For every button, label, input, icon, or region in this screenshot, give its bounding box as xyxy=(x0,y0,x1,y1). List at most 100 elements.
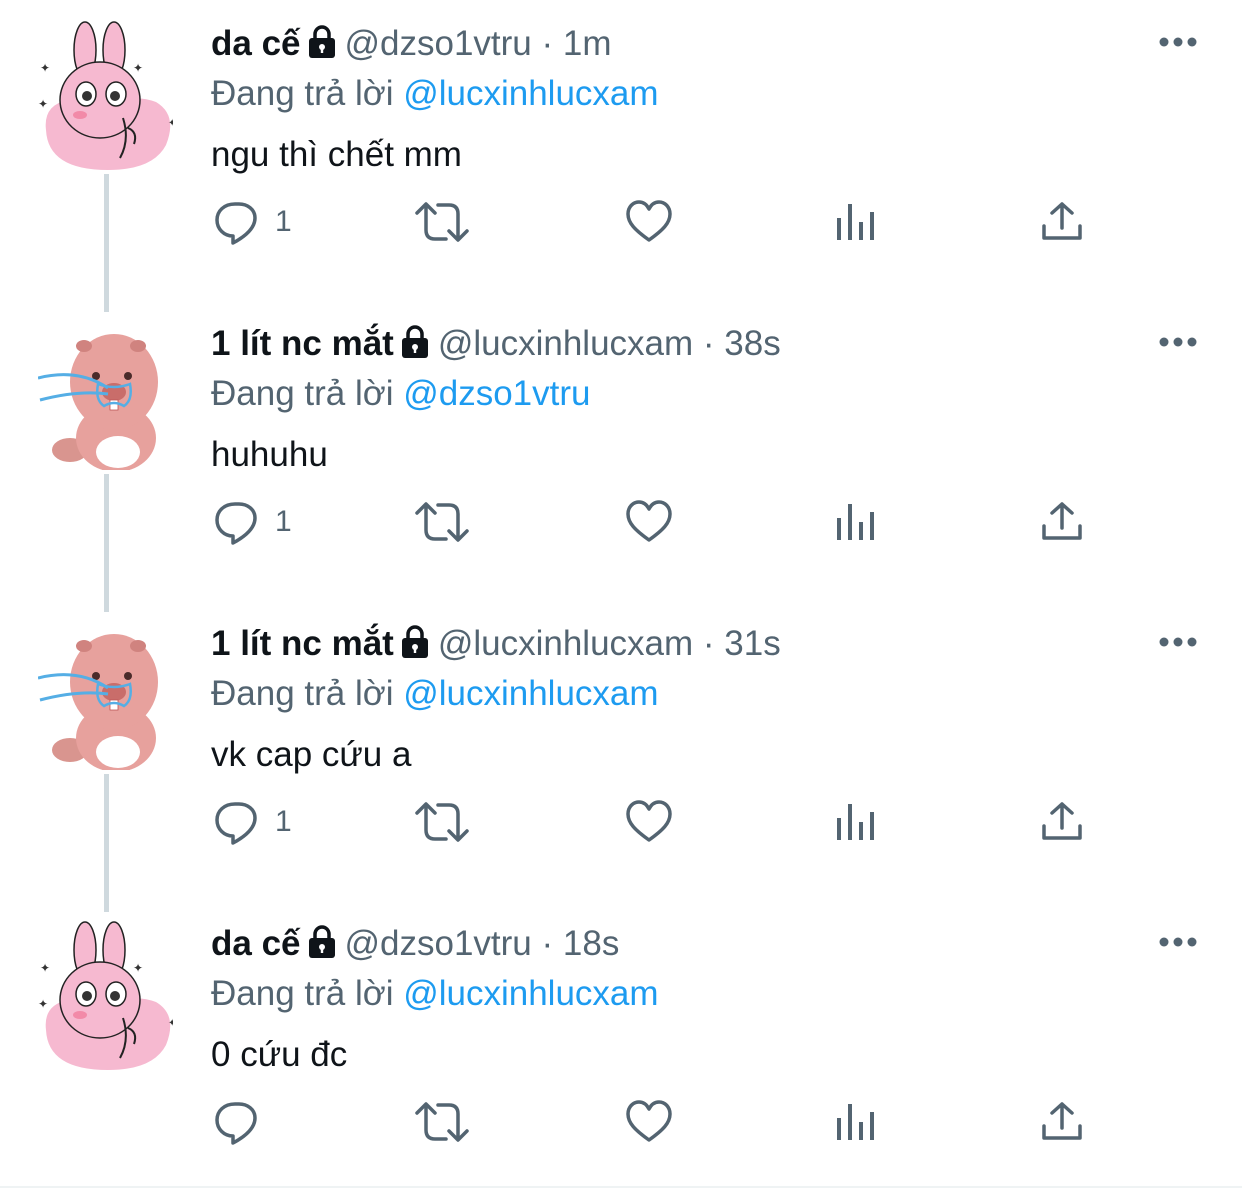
avatar[interactable] xyxy=(38,20,173,170)
reply-mention-link[interactable]: @lucxinhlucxam xyxy=(403,974,658,1013)
views-button[interactable] xyxy=(835,492,879,552)
action-bar: 1 xyxy=(0,192,1242,252)
timestamp[interactable]: 31s xyxy=(724,624,780,663)
like-button[interactable] xyxy=(625,192,673,252)
like-button[interactable] xyxy=(625,792,673,852)
display-name[interactable]: da cế xyxy=(211,24,301,63)
action-bar xyxy=(0,1092,1242,1152)
more-options-icon[interactable] xyxy=(1158,932,1198,952)
user-handle[interactable]: @dzso1vtru xyxy=(345,24,532,63)
reply-mention-link[interactable]: @lucxinhlucxam xyxy=(403,74,658,113)
reply-button[interactable] xyxy=(213,1092,275,1152)
user-handle[interactable]: @dzso1vtru xyxy=(345,924,532,963)
views-chart-icon xyxy=(835,200,879,244)
tweet-text: huhuhu xyxy=(211,435,328,474)
lock-icon xyxy=(307,25,337,59)
share-button[interactable] xyxy=(1040,192,1084,252)
avatar[interactable] xyxy=(38,920,173,1070)
reply-icon xyxy=(213,798,261,846)
timestamp[interactable]: 38s xyxy=(724,324,780,363)
replying-to: Đang trả lời @dzso1vtru xyxy=(211,370,590,418)
lock-icon xyxy=(307,925,337,959)
reply-button[interactable]: 1 xyxy=(213,792,292,852)
share-icon xyxy=(1040,1100,1084,1144)
tweet-text: vk cap cứu a xyxy=(211,735,412,774)
heart-icon xyxy=(625,1098,673,1146)
reply-count: 1 xyxy=(275,805,292,838)
avatar[interactable] xyxy=(38,320,173,470)
display-name[interactable]: 1 lít nc mắt xyxy=(211,324,394,363)
tweet[interactable]: 1 lít nc mắt @lucxinhlucxam · 38s Đang tr… xyxy=(0,300,1242,600)
share-icon xyxy=(1040,500,1084,544)
views-chart-icon xyxy=(835,1100,879,1144)
avatar[interactable] xyxy=(38,620,173,770)
heart-icon xyxy=(625,198,673,246)
reply-icon xyxy=(213,1098,261,1146)
replying-to: Đang trả lời @lucxinhlucxam xyxy=(211,670,659,718)
timestamp[interactable]: 18s xyxy=(563,924,619,963)
more-options-icon[interactable] xyxy=(1158,632,1198,652)
reply-icon xyxy=(213,498,261,546)
reply-button[interactable]: 1 xyxy=(213,492,292,552)
tweet-header: da cế @dzso1vtru · 1m xyxy=(211,20,612,68)
reply-mention-link[interactable]: @lucxinhlucxam xyxy=(403,674,658,713)
lock-icon xyxy=(400,325,430,359)
share-icon xyxy=(1040,200,1084,244)
reply-count: 1 xyxy=(275,205,292,238)
divider xyxy=(0,1186,1242,1188)
separator-dot: · xyxy=(702,324,715,363)
tweet-text: ngu thì chết mm xyxy=(211,135,462,174)
more-options-icon[interactable] xyxy=(1158,332,1198,352)
tweet[interactable]: da cế @dzso1vtru · 18s Đang trả lời @lucx… xyxy=(0,900,1242,1200)
separator-dot: · xyxy=(541,24,554,63)
retweet-icon xyxy=(414,498,470,546)
tweet[interactable]: da cế @dzso1vtru · 1m Đang trả lời @lucxi… xyxy=(0,0,1242,300)
share-button[interactable] xyxy=(1040,1092,1084,1152)
replying-to-label: Đang trả lời xyxy=(211,974,394,1013)
user-handle[interactable]: @lucxinhlucxam xyxy=(438,624,693,663)
more-options-icon[interactable] xyxy=(1158,32,1198,52)
views-chart-icon xyxy=(835,500,879,544)
share-button[interactable] xyxy=(1040,492,1084,552)
retweet-button[interactable] xyxy=(414,192,470,252)
reply-icon xyxy=(213,198,261,246)
heart-icon xyxy=(625,498,673,546)
retweet-button[interactable] xyxy=(414,792,470,852)
views-chart-icon xyxy=(835,800,879,844)
retweet-icon xyxy=(414,798,470,846)
display-name[interactable]: da cế xyxy=(211,924,301,963)
timestamp[interactable]: 1m xyxy=(563,24,612,63)
retweet-button[interactable] xyxy=(414,492,470,552)
tweet[interactable]: 1 lít nc mắt @lucxinhlucxam · 31s Đang tr… xyxy=(0,600,1242,900)
tweet-header: 1 lít nc mắt @lucxinhlucxam · 31s xyxy=(211,620,781,668)
separator-dot: · xyxy=(541,924,554,963)
replying-to-label: Đang trả lời xyxy=(211,74,394,113)
views-button[interactable] xyxy=(835,1092,879,1152)
display-name[interactable]: 1 lít nc mắt xyxy=(211,624,394,663)
tweet-text: 0 cứu đc xyxy=(211,1035,348,1074)
views-button[interactable] xyxy=(835,192,879,252)
retweet-icon xyxy=(414,198,470,246)
tweet-header: da cế @dzso1vtru · 18s xyxy=(211,920,619,968)
like-button[interactable] xyxy=(625,492,673,552)
action-bar: 1 xyxy=(0,492,1242,552)
like-button[interactable] xyxy=(625,1092,673,1152)
share-icon xyxy=(1040,800,1084,844)
user-handle[interactable]: @lucxinhlucxam xyxy=(438,324,693,363)
heart-icon xyxy=(625,798,673,846)
separator-dot: · xyxy=(702,624,715,663)
reply-mention-link[interactable]: @dzso1vtru xyxy=(403,374,590,413)
replying-to-label: Đang trả lời xyxy=(211,374,394,413)
replying-to: Đang trả lời @lucxinhlucxam xyxy=(211,70,659,118)
replying-to-label: Đang trả lời xyxy=(211,674,394,713)
lock-icon xyxy=(400,625,430,659)
reply-count: 1 xyxy=(275,505,292,538)
retweet-button[interactable] xyxy=(414,1092,470,1152)
views-button[interactable] xyxy=(835,792,879,852)
action-bar: 1 xyxy=(0,792,1242,852)
reply-button[interactable]: 1 xyxy=(213,192,292,252)
share-button[interactable] xyxy=(1040,792,1084,852)
retweet-icon xyxy=(414,1098,470,1146)
replying-to: Đang trả lời @lucxinhlucxam xyxy=(211,970,659,1018)
tweet-header: 1 lít nc mắt @lucxinhlucxam · 38s xyxy=(211,320,781,368)
